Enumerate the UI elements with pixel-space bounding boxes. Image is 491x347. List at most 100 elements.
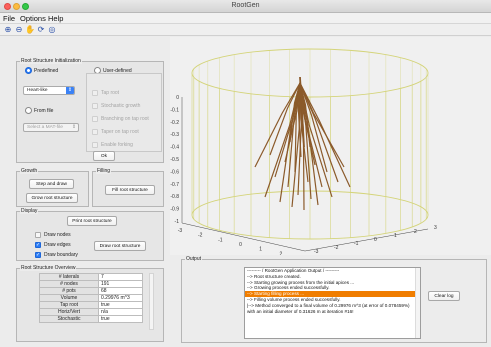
overview-panel: Root Structure Overview # laterals 7 # n…: [16, 265, 164, 342]
display-panel: Display Print root structure Draw nodes …: [16, 208, 164, 261]
overview-key: # pots: [39, 287, 99, 295]
ok-button[interactable]: Ok: [93, 151, 115, 161]
predefined-select-value: Heart-like: [27, 88, 48, 93]
reset-view-icon[interactable]: ◎: [47, 25, 57, 35]
fill-root-structure-button[interactable]: Fill root structure: [105, 185, 155, 195]
y-tick-label: -1: [354, 241, 359, 247]
z-tick-label: -0.4: [170, 145, 179, 151]
zoom-in-icon[interactable]: ⊕: [3, 25, 13, 35]
plot-canvas: 0-0.1-0.2-0.3-0.4-0.5-0.6-0.7-0.8-0.9-1 …: [170, 48, 437, 262]
init-panel: Root Structure Initialization Predefined…: [16, 58, 164, 163]
select-arrow-icon: ⇕: [66, 87, 74, 94]
user-defined-options: Tap root Stochastic growth Branching on …: [86, 73, 162, 152]
overview-key: Horiz/Vert: [39, 308, 99, 316]
step-and-draw-button[interactable]: Step and draw: [29, 179, 74, 189]
y-tick-label: -3: [314, 249, 319, 255]
console-scrollbar[interactable]: [415, 268, 420, 338]
enable-forking-label: Enable forking: [101, 142, 133, 148]
x-tick-label: -1: [218, 237, 223, 243]
z-tick-labels: 0 -0.1 -0.2 -0.3 -0.4 -0.5 -0.6 -0.7 -0.8 -0.9 -1: [170, 95, 179, 225]
stochastic-growth-label: Stochastic growth: [101, 103, 141, 109]
draw-nodes-checkbox[interactable]: [35, 232, 41, 238]
draw-nodes-label: Draw nodes: [44, 232, 71, 238]
x-tick-label: -2: [198, 233, 203, 239]
predefined-select[interactable]: Heart-like ⇕: [23, 86, 75, 95]
rotate-3d-icon[interactable]: ⟳: [36, 25, 46, 35]
table-row: Tap root true: [39, 301, 143, 309]
pan-icon[interactable]: ✋: [25, 25, 35, 35]
taper-tap-root-label: Taper on tap root: [101, 129, 139, 135]
x-tick-labels: -3-2-10123: [178, 228, 303, 262]
x-tick-label: 2: [279, 251, 282, 255]
console-lines: --------- / RootGen Application Output /…: [245, 268, 420, 314]
table-row: # laterals 7: [39, 273, 143, 281]
branching-tap-root-label: Branching on tap root: [101, 116, 149, 122]
display-legend: Display: [20, 208, 39, 214]
overview-value: 68: [98, 287, 143, 295]
predefined-label: Predefined: [34, 68, 59, 74]
overview-table: # laterals 7 # nodes 191 # pots 68 Volum…: [39, 273, 143, 323]
y-tick-label: 2: [414, 229, 417, 235]
draw-edges-label: Draw edges: [44, 242, 71, 248]
menu-help[interactable]: Help: [48, 14, 63, 23]
overview-key: # laterals: [39, 273, 99, 281]
growth-legend: Growth: [20, 168, 39, 174]
growth-panel: Growth Step and draw Grow root structure: [16, 168, 89, 207]
draw-boundary-checkbox[interactable]: ✓: [35, 252, 41, 258]
output-console[interactable]: --------- / RootGen Application Output /…: [244, 267, 421, 339]
from-file-label: From file: [34, 108, 54, 114]
print-root-structure-button[interactable]: Print root structure: [67, 216, 117, 226]
overview-value: 0.29976 m^3: [98, 294, 143, 302]
output-legend: Output: [185, 256, 203, 262]
lateral-root-line: [299, 82, 351, 188]
stochastic-growth-checkbox[interactable]: [92, 103, 98, 109]
z-tick-label: -1: [175, 219, 180, 225]
table-row: # pots 68: [39, 287, 143, 295]
root-3d-plot[interactable]: 0 -0.1 -0.2 -0.3 -0.4 -0.5 -0.6 -0.7 -0.8 -0.9 -1 …: [170, 37, 491, 262]
clear-log-button[interactable]: Clear log: [428, 291, 460, 301]
title-bar: RootGen: [0, 0, 491, 13]
branching-tap-root-checkbox[interactable]: [92, 116, 98, 122]
overview-value: 191: [98, 280, 143, 288]
x-tick-label: 1: [259, 247, 262, 253]
z-tick-label: -0.5: [170, 157, 179, 163]
zoom-out-icon[interactable]: ⊖: [14, 25, 24, 35]
y-tick-label: 0: [374, 237, 377, 243]
draw-edges-checkbox[interactable]: ✓: [35, 242, 41, 248]
z-tick-label: -0.9: [170, 207, 179, 213]
overview-value: 7: [98, 273, 143, 281]
enable-forking-checkbox[interactable]: [92, 142, 98, 148]
z-tick-label: -0.2: [170, 120, 179, 126]
y-tick-label: -2: [334, 245, 339, 251]
from-file-radio[interactable]: [25, 107, 32, 114]
x-tick-label: -3: [178, 228, 183, 234]
root-structure: [254, 76, 351, 211]
y-tick-label: 3: [434, 225, 437, 231]
filling-legend: Filling: [96, 168, 112, 174]
table-row: Stochastic true: [39, 315, 143, 323]
menu-options[interactable]: Options: [20, 14, 46, 23]
filling-panel: Filling Fill root structure: [92, 168, 164, 207]
overview-value: true: [98, 301, 143, 309]
file-select[interactable]: Select a MAT-file ⇕: [23, 123, 79, 132]
grow-root-structure-button[interactable]: Grow root structure: [26, 193, 78, 203]
predefined-radio[interactable]: [25, 67, 32, 74]
overview-legend: Root Structure Overview: [20, 265, 77, 271]
taper-tap-root-checkbox[interactable]: [92, 129, 98, 135]
z-tick-label: -0.8: [170, 194, 179, 200]
x-tick-label: 0: [239, 242, 242, 248]
init-legend: Root Structure Initialization: [20, 58, 82, 64]
overview-scrollbar[interactable]: [149, 273, 154, 330]
y-axis-line: [304, 228, 429, 252]
draw-root-structure-button[interactable]: Draw root structure: [94, 241, 146, 251]
menu-file[interactable]: File: [3, 14, 15, 23]
file-select-placeholder: Select a MAT-file: [27, 125, 63, 130]
z-tick-label: -0.7: [170, 182, 179, 188]
window-title: RootGen: [231, 2, 260, 9]
z-tick-label: -0.3: [170, 132, 179, 138]
z-tick-label: -0.1: [170, 107, 179, 113]
z-tick-label: -0.6: [170, 169, 179, 175]
z-tick-label: 0: [176, 95, 179, 101]
tap-root-checkbox[interactable]: [92, 90, 98, 96]
y-tick-labels: -3 -2 -1 0 1 2 3: [314, 225, 437, 255]
